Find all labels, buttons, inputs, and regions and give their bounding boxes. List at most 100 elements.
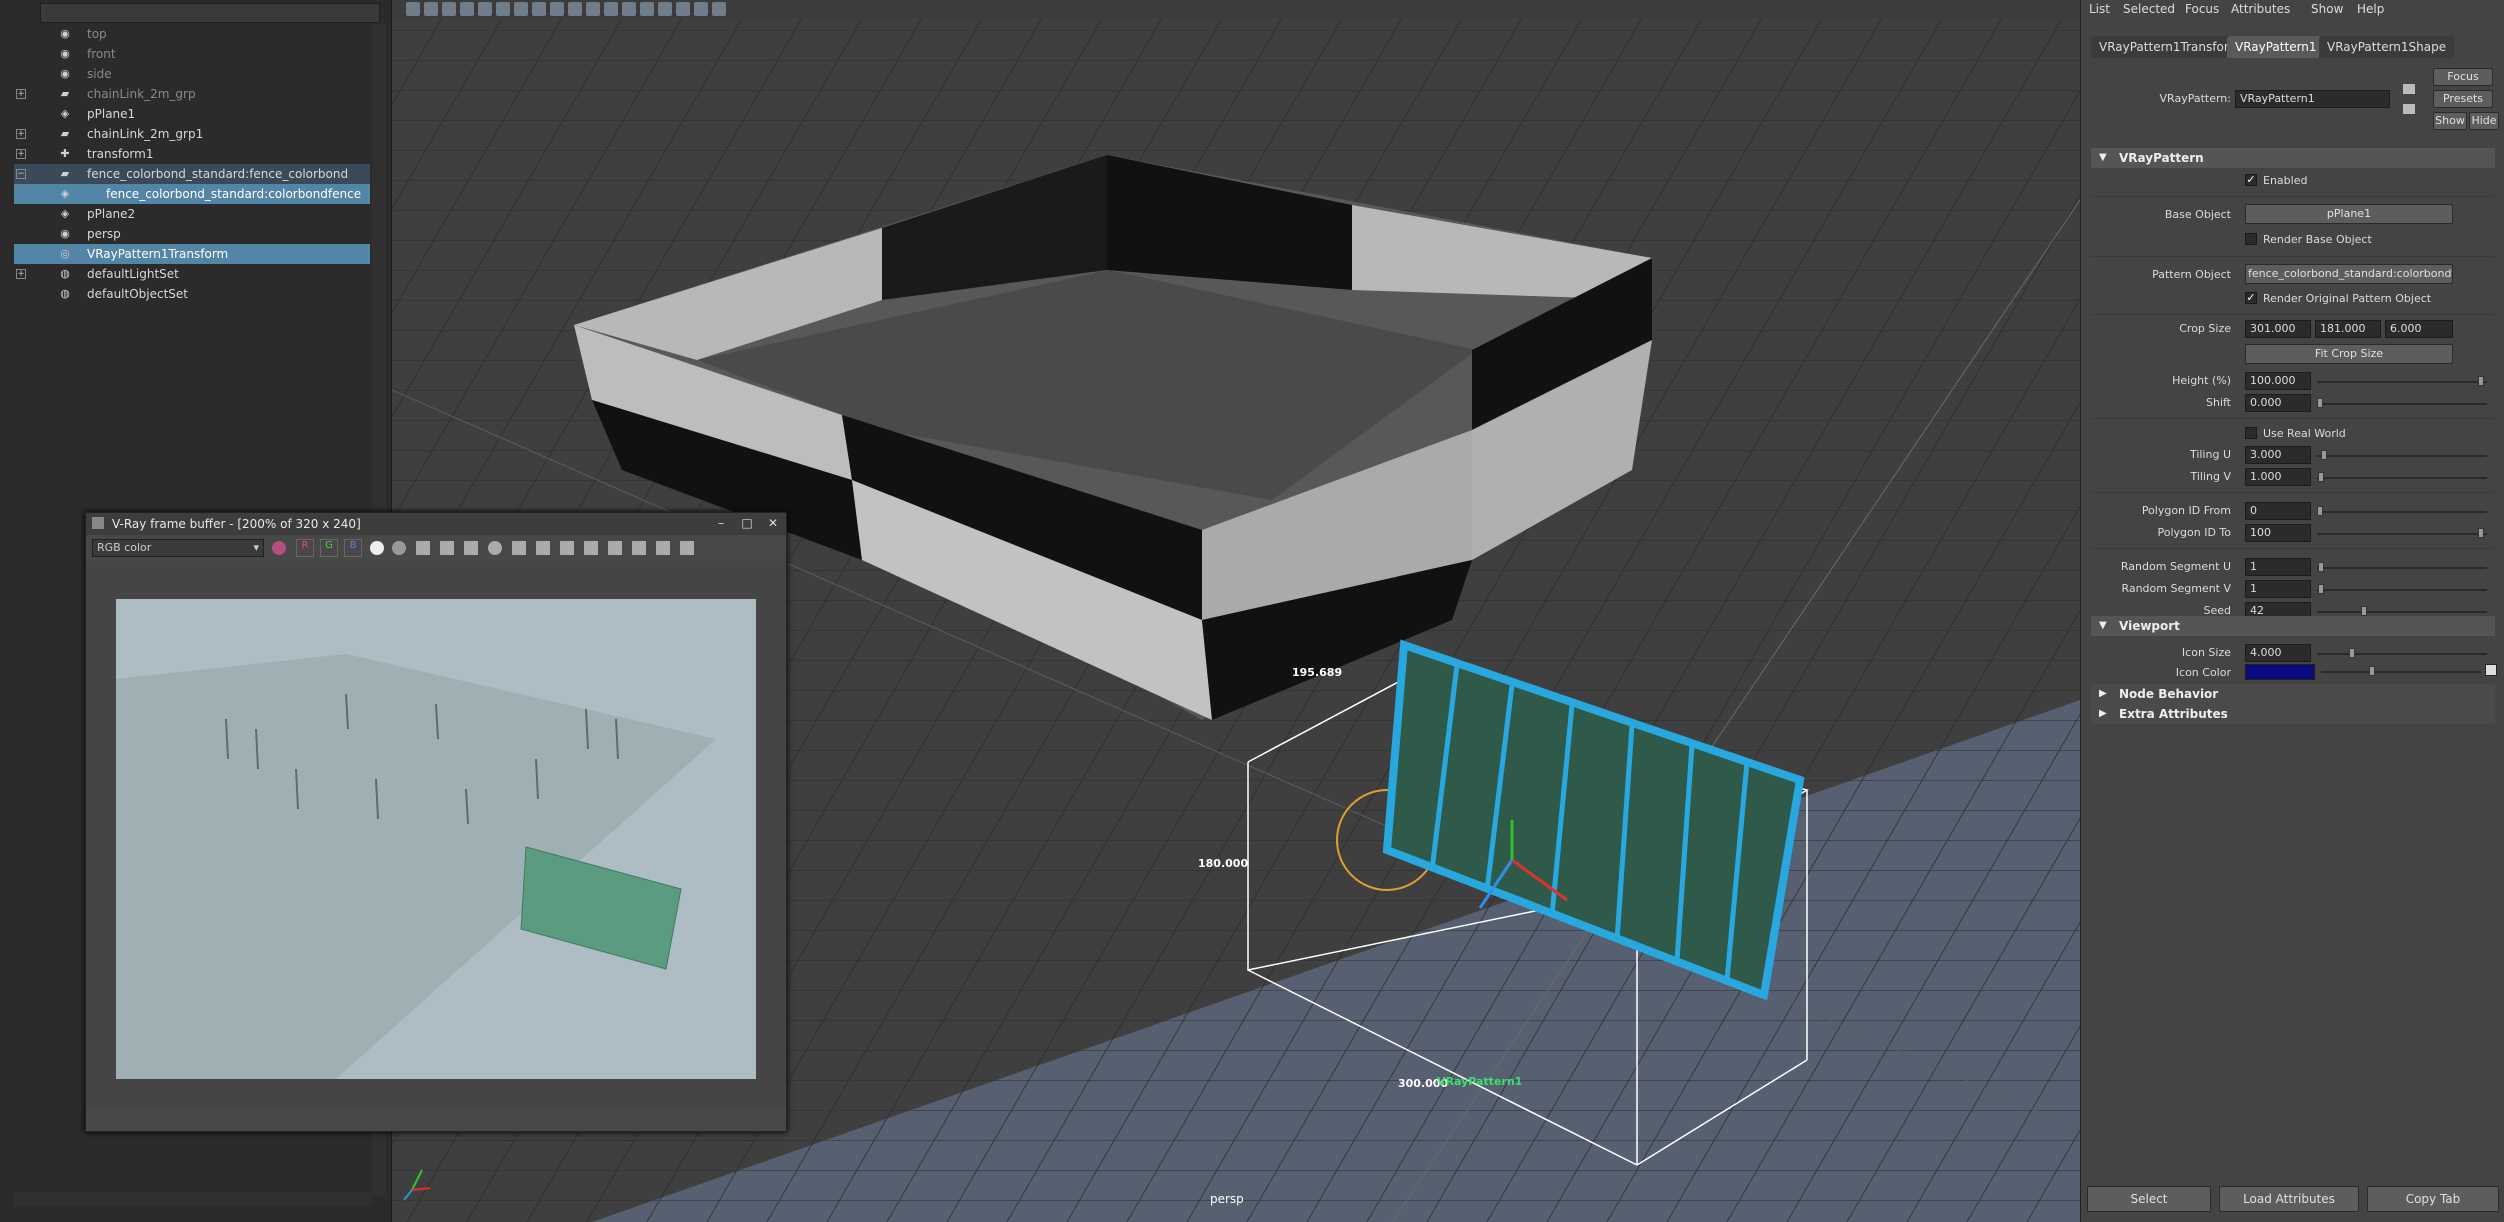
enabled-checkbox[interactable]: ✓ [2245,174,2257,186]
render-icon[interactable] [536,541,550,555]
minimize-icon[interactable]: – [712,515,730,531]
random-segment-u-slider[interactable] [2317,567,2487,569]
gate-mask-icon[interactable] [532,2,546,16]
icon-size-field[interactable]: 4.000 [2245,644,2311,662]
random-segment-u-field[interactable]: 1 [2245,558,2311,576]
camera-attributes-icon[interactable] [424,2,438,16]
outliner-item[interactable]: ◈ pPlane2 [14,204,370,224]
height-field[interactable]: 100.000 [2245,372,2311,390]
section-viewport[interactable]: ▼ Viewport [2091,616,2495,636]
load-attributes-button[interactable]: Load Attributes [2219,1186,2359,1212]
crop-size-y-field[interactable]: 181.000 [2315,320,2381,338]
expand-toggle-icon[interactable]: + [16,269,26,279]
lights-icon[interactable] [658,2,672,16]
menu-selected[interactable]: Selected [2123,2,2175,16]
menu-attributes[interactable]: Attributes [2231,2,2290,16]
outliner-item[interactable]: ◉ side [14,64,370,84]
height-slider-knob[interactable] [2478,376,2484,386]
channel-dropdown[interactable]: RGB color ▾ [92,539,264,557]
monochrome-icon[interactable] [392,541,406,555]
outliner-horizontal-scrollbar[interactable] [14,1192,372,1206]
link-icon[interactable] [584,541,598,555]
crop-size-z-field[interactable]: 6.000 [2385,320,2453,338]
presets-button[interactable]: Presets [2433,90,2493,108]
red-channel-icon[interactable]: R [296,539,314,557]
menu-focus[interactable]: Focus [2185,2,2219,16]
seed-slider[interactable] [2317,611,2487,613]
pattern-object-button[interactable]: fence_colorbond_standard:colorbondfence [2245,264,2453,284]
menu-list[interactable]: List [2089,2,2110,16]
outliner-item[interactable]: + ◍ defaultLightSet [14,264,370,284]
expand-toggle-icon[interactable]: + [16,89,26,99]
render-base-checkbox[interactable] [2245,233,2257,245]
xray-icon[interactable] [694,2,708,16]
grid-icon[interactable] [478,2,492,16]
shadows-icon[interactable] [676,2,690,16]
random-segment-u-slider-knob[interactable] [2318,562,2324,572]
menu-show[interactable]: Show [2311,2,2343,16]
polygon-id-from-slider[interactable] [2317,511,2487,513]
icon-color-swatch[interactable] [2245,664,2315,680]
lens-effects-icon[interactable] [632,541,646,555]
icon-size-slider-knob[interactable] [2349,648,2355,658]
safe-title-icon[interactable] [586,2,600,16]
field-chart-icon[interactable] [550,2,564,16]
output-connection-icon[interactable] [2403,84,2415,94]
tab-vraypattern1transform[interactable]: VRayPattern1Transform [2091,36,2249,58]
crop-size-x-field[interactable]: 301.000 [2245,320,2311,338]
vfb-titlebar[interactable]: V-Ray frame buffer - [200% of 320 x 240]… [86,513,786,535]
outliner-item[interactable]: + ▰ chainLink_2m_grp1 [14,124,370,144]
shift-field[interactable]: 0.000 [2245,394,2311,412]
blue-channel-icon[interactable]: B [344,539,362,557]
smooth-shade-icon[interactable] [622,2,636,16]
outliner-item[interactable]: ◉ front [14,44,370,64]
outliner-item[interactable]: ◍ defaultObjectSet [14,284,370,304]
outliner-item[interactable]: ◎ VRayPattern1Transform [14,244,370,264]
select-button[interactable]: Select [2087,1186,2211,1212]
fit-crop-size-button[interactable]: Fit Crop Size [2245,344,2453,364]
tiling-v-slider[interactable] [2317,477,2487,479]
close-icon[interactable]: ✕ [764,515,782,531]
region-render-icon[interactable] [512,541,526,555]
outliner-item[interactable]: ◈ fence_colorbond_standard:colorbondfence [14,184,370,204]
tiling-u-slider[interactable] [2317,455,2487,457]
select-camera-icon[interactable] [406,2,420,16]
base-object-button[interactable]: pPlane1 [2245,204,2453,224]
outliner-item[interactable]: − ▰ fence_colorbond_standard:fence_colorbo… [14,164,370,184]
resolution-gate-icon[interactable] [514,2,528,16]
polygon-id-to-slider[interactable] [2317,533,2487,535]
shift-slider-knob[interactable] [2317,398,2323,408]
history-icon[interactable] [608,541,622,555]
isolate-icon[interactable] [712,2,726,16]
outliner-item[interactable]: ◉ persp [14,224,370,244]
show-button[interactable]: Show [2433,112,2467,130]
vray-frame-buffer-window[interactable]: V-Ray frame buffer - [200% of 320 x 240]… [85,512,787,1132]
teapot-render-icon[interactable] [680,541,694,555]
track-mouse-icon[interactable] [488,541,502,555]
polygon-id-from-slider-knob[interactable] [2317,506,2323,516]
render-original-checkbox[interactable]: ✓ [2245,292,2257,304]
icon-color-slider[interactable] [2321,671,2481,673]
duplicate-to-host-icon[interactable] [464,541,478,555]
safe-action-icon[interactable] [568,2,582,16]
film-gate-icon[interactable] [496,2,510,16]
color-channels-icon[interactable] [272,541,286,555]
textured-icon[interactable] [640,2,654,16]
height-slider[interactable] [2317,381,2487,383]
icon-size-slider[interactable] [2317,653,2487,655]
expand-toggle-icon[interactable]: + [16,149,26,159]
stop-render-icon[interactable] [560,541,574,555]
clear-image-icon[interactable] [440,541,454,555]
wireframe-icon[interactable] [604,2,618,16]
section-vraypattern[interactable]: ▼ VRayPattern [2091,148,2495,168]
menu-help[interactable]: Help [2357,2,2384,16]
polygon-id-to-field[interactable]: 100 [2245,524,2311,542]
tab-vraypattern1shape[interactable]: VRayPattern1Shape [2319,36,2455,58]
green-channel-icon[interactable]: G [320,539,338,557]
outliner-item[interactable]: ◈ pPlane1 [14,104,370,124]
icon-color-slider-knob[interactable] [2369,666,2375,676]
alpha-icon[interactable] [370,541,384,555]
random-segment-v-field[interactable]: 1 [2245,580,2311,598]
expand-toggle-icon[interactable]: + [16,129,26,139]
maximize-icon[interactable]: □ [738,515,756,531]
